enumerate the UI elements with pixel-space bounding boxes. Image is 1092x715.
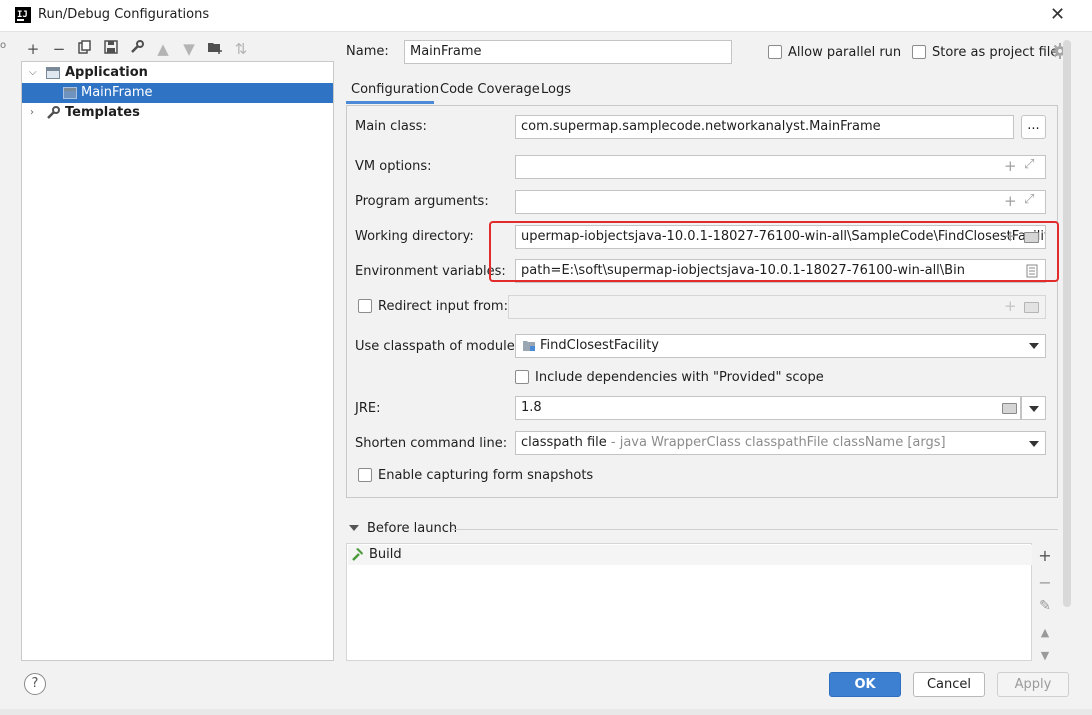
configuration-tree[interactable]: ⌵ Application MainFrame › Templates [21,61,334,661]
title-bar: IJ Run/Debug Configurations ✕ [0,0,1092,32]
module-folder-icon [522,340,536,356]
include-provided-label: Include dependencies with "Provided" sco… [535,370,824,385]
vm-options-input[interactable] [515,155,1046,179]
cancel-button[interactable]: Cancel [913,672,985,697]
apply-button[interactable]: Apply [997,672,1069,697]
jre-select[interactable]: 1.8 [515,396,1021,420]
remove-icon[interactable]: − [1037,573,1053,592]
environment-variables-label: Environment variables: [355,264,506,279]
allow-parallel-label: Allow parallel run [788,45,902,60]
wrench-icon[interactable] [128,40,146,58]
move-down-icon[interactable]: ▼ [180,40,198,58]
classpath-module-select[interactable]: FindClosestFacility [515,334,1046,358]
move-up-icon[interactable]: ▲ [1037,626,1053,639]
allow-parallel-checkbox[interactable] [768,45,782,59]
tree-item-templates[interactable]: › Templates [22,103,333,123]
program-arguments-input[interactable] [515,190,1046,214]
store-as-project-checkbox[interactable] [912,45,926,59]
shorten-command-hint: - java WrapperClass classpathFile classN… [606,435,946,450]
move-down-icon[interactable]: ▼ [1037,649,1053,662]
move-up-icon[interactable]: ▲ [154,40,172,58]
sort-icon[interactable]: ⇅ [232,40,250,58]
redirect-input-label: Redirect input from: [378,299,508,314]
edit-icon[interactable]: ✎ [1037,598,1053,614]
chevron-down-icon[interactable] [1029,441,1039,447]
hammer-icon [350,547,364,565]
copy-icon[interactable] [76,40,94,58]
tab-code-coverage[interactable]: Code Coverage [440,82,540,97]
jre-dropdown-button[interactable] [1021,396,1046,420]
redirect-input-field [508,295,1046,319]
add-icon[interactable]: + [1004,192,1017,210]
list-item[interactable]: Build [348,545,1032,565]
chevron-right-icon[interactable]: › [30,103,34,123]
help-button[interactable]: ? [24,673,46,695]
close-icon[interactable]: ✕ [1050,4,1065,25]
highlight-annotation [489,221,1059,282]
folder-icon[interactable] [1002,403,1017,414]
expand-icon[interactable]: ⤢ [1024,192,1034,207]
wrench-icon [46,103,60,127]
name-input[interactable]: MainFrame [404,40,732,64]
before-launch-list[interactable]: Build [346,543,1032,661]
ok-button[interactable]: OK [829,672,901,697]
tree-item-application[interactable]: ⌵ Application [22,63,333,83]
chevron-down-icon [1029,406,1039,412]
folder-icon [1024,302,1039,313]
tree-item-label: Templates [65,105,140,120]
expand-icon[interactable]: ⤢ [1024,157,1034,172]
scrollbar[interactable] [1063,40,1071,607]
add-icon[interactable]: + [1004,157,1017,175]
divider [452,529,1058,530]
main-class-input[interactable]: com.supermap.samplecode.networkanalyst.M… [515,115,1014,139]
add-icon: + [1004,297,1017,315]
add-icon[interactable]: + [1037,546,1053,565]
tab-logs[interactable]: Logs [541,82,571,97]
add-icon[interactable]: + [24,40,42,58]
program-arguments-label: Program arguments: [355,194,489,209]
folder-add-icon[interactable] [206,40,224,58]
active-tab-indicator [346,101,434,104]
shorten-command-label: Shorten command line: [355,436,508,451]
before-launch-item-label: Build [369,547,402,562]
remove-icon[interactable]: − [50,40,68,58]
save-icon[interactable] [102,40,120,58]
tab-configuration[interactable]: Configuration [351,82,439,97]
browse-main-class-button[interactable]: ... [1021,115,1046,139]
shorten-command-select[interactable]: classpath file - java WrapperClass class… [515,431,1046,455]
enable-capturing-label: Enable capturing form snapshots [378,468,594,483]
window-title: Run/Debug Configurations [38,7,210,22]
tree-item-mainframe[interactable]: MainFrame [22,83,333,103]
include-provided-checkbox[interactable] [515,370,529,384]
redirect-input-checkbox[interactable] [358,299,372,313]
application-icon [63,87,77,99]
tree-item-label: MainFrame [81,85,153,100]
intellij-logo-icon: IJ [15,7,31,23]
window-bottom-edge [0,709,1092,715]
classpath-module-label: Use classpath of module: [355,339,520,354]
shorten-command-value: classpath file [521,435,607,450]
chevron-down-icon[interactable]: ⌵ [29,63,37,83]
application-icon [46,67,60,79]
vm-options-label: VM options: [355,159,432,174]
main-class-label: Main class: [355,119,427,134]
tree-item-label: Application [65,65,148,80]
edge-fragment: o [0,40,7,51]
enable-capturing-checkbox[interactable] [358,468,372,482]
jre-label: JRE: [355,401,381,416]
chevron-down-icon[interactable] [349,525,359,531]
working-directory-label: Working directory: [355,229,474,244]
chevron-down-icon[interactable] [1029,343,1039,349]
store-as-project-label: Store as project file [932,45,1059,60]
before-launch-header[interactable]: Before launch [367,521,457,536]
name-label: Name: [346,44,389,59]
